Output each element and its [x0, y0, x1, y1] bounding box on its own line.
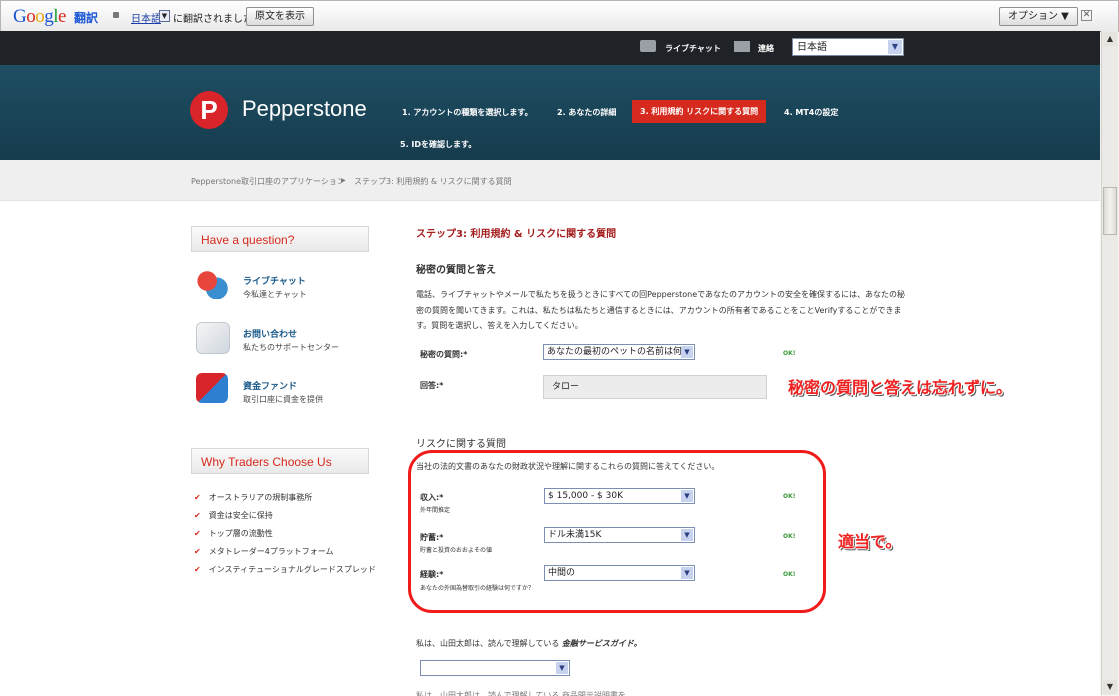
site-language-value: 日本語	[797, 42, 827, 53]
secret-question-value: あなたの最初のペットの名前は何	[547, 347, 683, 357]
sidebar-live-chat-title[interactable]: ライブチャット	[243, 274, 306, 287]
translate-bar: Google 翻訳 日本語 ▼ に翻訳されました 原文を表示 オプション ▼ ✕	[0, 0, 1119, 32]
sidebar-fund-title[interactable]: 資金ファンド	[243, 379, 297, 392]
show-original-button[interactable]: 原文を表示	[246, 7, 314, 26]
live-chat-link[interactable]: ライブチャット	[665, 43, 721, 54]
sidebar-live-chat-sub: 今私達とチャット	[243, 290, 307, 299]
annotation-secret-note: 秘密の質問と答えは忘れずに。	[788, 378, 1013, 397]
step-3-active[interactable]: 3. 利用規約 リスクに関する質問	[632, 100, 767, 123]
breadcrumb-root[interactable]: Pepperstone取引口座のアプリケーション	[191, 176, 345, 187]
answer-label: 回答:*	[420, 381, 444, 390]
step-1[interactable]: 1. アカウントの種類を選択します。	[402, 107, 533, 118]
content-area	[0, 201, 1100, 696]
step-2[interactable]: 2. あなたの詳細	[557, 107, 616, 118]
secret-question-select[interactable]: あなたの最初のペットの名前は何 ▼	[543, 344, 695, 360]
why-item: ✔ トップ層の流動性	[194, 529, 273, 538]
check-icon: ✔	[194, 529, 201, 538]
annotation-risk-note: 適当で。	[838, 532, 902, 551]
options-button[interactable]: オプション ▼	[999, 7, 1078, 26]
sidebar-fund-sub: 取引口座に資金を提供	[243, 395, 323, 404]
step-title: ステップ3: 利用規約 & リスクに関する質問	[416, 229, 617, 240]
step-4[interactable]: 4. MT4の設定	[784, 107, 838, 118]
site-header: P Pepperstone 1. アカウントの種類を選択します。 2. あなたの…	[0, 65, 1100, 160]
translated-message: に翻訳されました	[173, 14, 253, 25]
sidebar-contact-sub: 私たちのサポートセンター	[243, 343, 339, 352]
secret-paragraph-3: す。質問を選択し、答えを入力してください。	[416, 321, 583, 330]
translate-label: 翻訳	[74, 11, 99, 25]
check-icon: ✔	[194, 511, 201, 520]
why-heading: Why Traders Choose Us	[191, 448, 369, 474]
highlight-box	[408, 450, 826, 613]
check-icon: ✔	[194, 565, 201, 574]
breadcrumb-separator-icon: ▶	[341, 177, 346, 184]
fsg-link[interactable]: 金融サービスガイド。	[562, 639, 642, 648]
lock-icon	[113, 12, 119, 18]
why-item: ✔ メタトレーダー4プラットフォーム	[194, 547, 334, 556]
secret-heading: 秘密の質問と答え	[416, 265, 496, 276]
why-item: ✔ オーストラリアの規制事務所	[194, 493, 313, 502]
risk-heading: リスクに関する質問	[416, 439, 506, 450]
scroll-up-icon[interactable]: ▲	[1103, 32, 1117, 46]
breadcrumb-current: ステップ3: 利用規約 & リスクに関する質問	[354, 177, 512, 186]
secret-question-label: 秘密の質問:*	[420, 350, 468, 359]
fsg-agree-select[interactable]: ▼	[420, 660, 570, 676]
utility-bar: ライブチャット 連絡 日本語 ▼	[0, 31, 1100, 65]
check-icon: ✔	[194, 547, 201, 556]
chat-bubbles-icon[interactable]	[196, 269, 228, 299]
close-icon[interactable]: ✕	[1081, 10, 1092, 21]
agree-text: 私は、山田太郎は、読んで理解している 金融サービスガイド。	[416, 639, 642, 648]
step-5[interactable]: 5. IDを確認します。	[400, 139, 476, 150]
transfer-arrows-icon[interactable]	[196, 373, 228, 403]
check-icon: ✔	[194, 493, 201, 502]
chevron-down-icon[interactable]: ▼	[556, 662, 568, 674]
question-heading: Have a question?	[191, 226, 369, 252]
sidebar-contact-title[interactable]: お問い合わせ	[243, 327, 297, 340]
why-item: ✔ インスティテューショナルグレードスプレッド	[194, 565, 376, 574]
envelope-icon[interactable]	[196, 322, 230, 354]
pepperstone-logo-icon[interactable]: P	[190, 91, 228, 129]
mail-icon[interactable]	[734, 41, 750, 52]
answer-input[interactable]: タロー	[543, 375, 767, 399]
language-dropdown-icon[interactable]: ▼	[159, 10, 170, 22]
brand-name[interactable]: Pepperstone	[242, 96, 367, 122]
scroll-down-icon[interactable]: ▼	[1103, 680, 1117, 694]
breadcrumb: Pepperstone取引口座のアプリケーション ▶ ステップ3: 利用規約 &…	[0, 160, 1100, 201]
chat-icon[interactable]	[640, 40, 656, 52]
ok-status: OK!	[783, 350, 796, 357]
pds-agree-text: 私は、山田太郎は、読んで理解している 商品開示説明書を	[416, 691, 626, 696]
secret-paragraph-2: 密の質問を聞いてきます。これは、私たちは私たちと通信するときには、アカウントの所…	[416, 306, 902, 315]
why-item: ✔ 資金は安全に保持	[194, 511, 273, 520]
secret-paragraph-1: 電話、ライブチャットやメールで私たちを扱うときにすべての回Pepperstone…	[416, 290, 906, 299]
target-language-link[interactable]: 日本語	[131, 10, 161, 25]
scroll-thumb[interactable]	[1103, 187, 1117, 235]
site-language-select[interactable]: 日本語 ▼	[792, 38, 904, 56]
chevron-down-icon[interactable]: ▼	[888, 40, 902, 54]
contact-link[interactable]: 連絡	[758, 43, 774, 54]
google-logo[interactable]: Google	[13, 6, 66, 28]
chevron-down-icon[interactable]: ▼	[681, 346, 693, 358]
vertical-scrollbar[interactable]: ▲ ▼	[1101, 31, 1118, 695]
